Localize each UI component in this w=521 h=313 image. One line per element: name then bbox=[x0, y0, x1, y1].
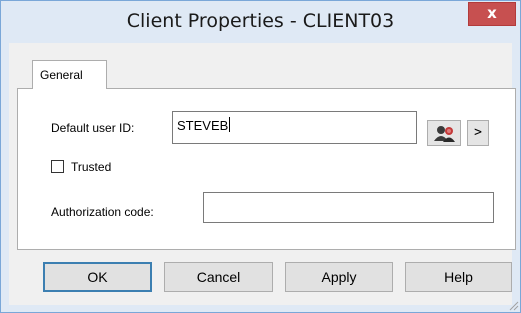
default-user-id-field[interactable]: STEVEB bbox=[172, 111, 417, 144]
tab-general[interactable]: General bbox=[32, 60, 107, 89]
text-caret bbox=[229, 117, 231, 132]
apply-button[interactable]: Apply bbox=[285, 262, 393, 292]
title-bar[interactable]: Client Properties - CLIENT03 x bbox=[1, 1, 520, 43]
users-lookup-icon bbox=[434, 126, 455, 142]
user-lookup-button[interactable] bbox=[427, 120, 461, 146]
default-user-id-label: Default user ID: bbox=[51, 121, 135, 135]
browse-button[interactable]: > bbox=[467, 120, 489, 146]
trusted-checkbox[interactable] bbox=[51, 160, 64, 173]
default-user-id-value: STEVEB bbox=[177, 118, 229, 133]
authorization-code-label: Authorization code: bbox=[51, 205, 154, 219]
cancel-button[interactable]: Cancel bbox=[164, 262, 273, 292]
window-title: Client Properties - CLIENT03 bbox=[126, 10, 395, 32]
resize-grip-icon[interactable] bbox=[507, 299, 519, 311]
ok-button[interactable]: OK bbox=[43, 262, 152, 292]
close-button[interactable]: x bbox=[468, 2, 516, 26]
help-button[interactable]: Help bbox=[405, 262, 512, 292]
trusted-label[interactable]: Trusted bbox=[71, 160, 111, 174]
authorization-code-field[interactable] bbox=[203, 192, 494, 223]
